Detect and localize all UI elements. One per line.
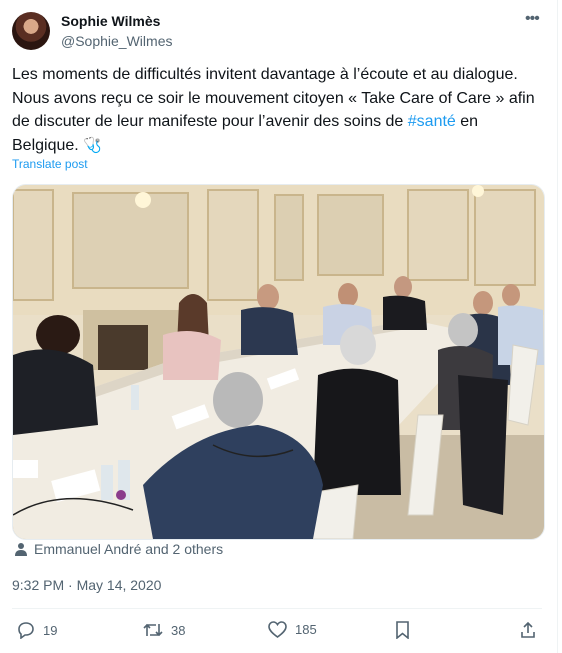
- tagged-text[interactable]: Emmanuel André and 2 others: [34, 541, 223, 557]
- author-name[interactable]: Sophie Wilmès: [61, 13, 160, 29]
- bookmark-button[interactable]: [395, 621, 410, 639]
- share-button[interactable]: [520, 621, 536, 639]
- repost-icon: [143, 621, 163, 639]
- hashtag-link[interactable]: #santé: [408, 113, 456, 130]
- person-icon: [14, 542, 28, 556]
- share-icon: [520, 621, 536, 639]
- bookmark-icon: [395, 621, 410, 639]
- tweet-card: Sophie Wilmès @Sophie_Wilmes ••• Les mom…: [0, 0, 558, 653]
- more-icon[interactable]: •••: [525, 10, 540, 28]
- avatar[interactable]: [12, 12, 50, 50]
- repost-button[interactable]: 38: [143, 621, 185, 639]
- like-icon: [268, 621, 287, 638]
- reply-button[interactable]: 19: [17, 621, 57, 639]
- like-button[interactable]: 185: [268, 621, 317, 638]
- action-bar: 19 38 185: [0, 617, 557, 647]
- like-count: 185: [295, 622, 317, 637]
- timestamp[interactable]: 9:32 PM · May 14, 2020: [12, 577, 161, 593]
- stethoscope-icon: 🩺: [83, 136, 102, 154]
- divider: [12, 608, 542, 609]
- tweet-text: Les moments de difficultés invitent dava…: [12, 63, 542, 157]
- author-handle[interactable]: @Sophie_Wilmes: [61, 33, 172, 49]
- reply-icon: [17, 621, 35, 639]
- repost-count: 38: [171, 622, 186, 638]
- tagged-people[interactable]: Emmanuel André and 2 others: [14, 541, 223, 557]
- tweet-photo[interactable]: [12, 184, 545, 540]
- translate-link[interactable]: Translate post: [12, 157, 88, 171]
- reply-count: 19: [43, 622, 58, 638]
